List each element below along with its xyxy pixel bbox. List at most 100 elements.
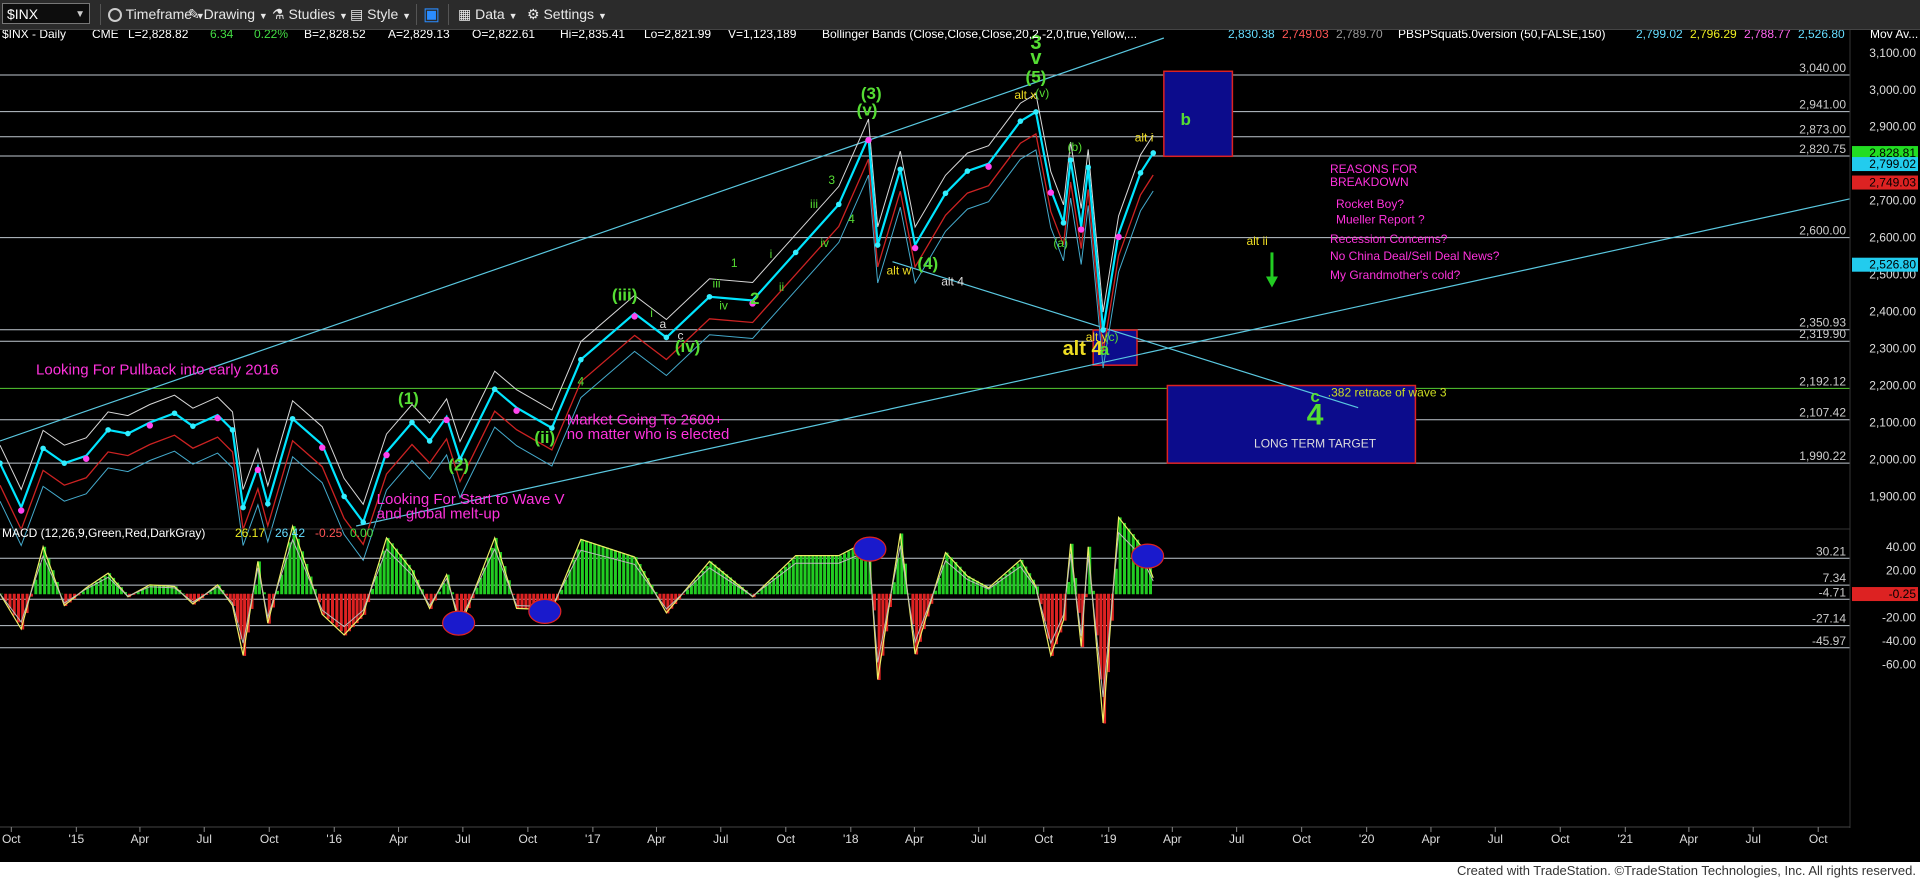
- chart-header-text: Bollinger Bands (Close,Close,Close,20,2,…: [822, 30, 1137, 41]
- reasons-title: REASONS FOR: [1330, 162, 1418, 176]
- chevron-down-icon: ▼: [339, 11, 348, 21]
- macd-histogram-bar: [1127, 528, 1131, 595]
- chart-header-text: Lo=2,821.99: [644, 30, 711, 41]
- chart-note: and global melt-up: [377, 506, 500, 523]
- macd-highlight-circle: [1130, 543, 1165, 569]
- chart-header-text: CME: [92, 30, 119, 41]
- y-tick-label: 2,400.00: [1869, 305, 1916, 319]
- data-label: Data: [475, 6, 505, 22]
- wave-label: a: [659, 317, 666, 331]
- price-point: [792, 249, 799, 256]
- wave-label: (v): [1035, 86, 1049, 100]
- price-point: [61, 460, 68, 466]
- price-point: [240, 504, 246, 511]
- wave-label: 2: [750, 289, 759, 308]
- macd-histogram-bar: [386, 537, 390, 595]
- wave-label: (iv): [675, 337, 701, 356]
- macd-histogram-bar: [721, 571, 725, 595]
- macd-histogram-bar: [605, 547, 609, 595]
- price-point: [265, 501, 271, 507]
- chart-header-text: $INX - Daily: [2, 30, 66, 41]
- price-point: [491, 386, 498, 393]
- chart-header-text: Hi=2,835.41: [560, 30, 625, 41]
- wave-label: (5): [1026, 67, 1047, 86]
- price-point: [1085, 164, 1092, 171]
- symbol-input[interactable]: $INX ▼: [2, 3, 90, 24]
- wave-label: iii: [713, 277, 721, 291]
- price-point: [1137, 170, 1144, 176]
- price-point: [190, 423, 196, 429]
- macd-header-text: -0.25: [315, 526, 343, 540]
- wave-label: i: [770, 247, 773, 261]
- signal-dot: [1047, 189, 1054, 196]
- macd-histogram-bar: [958, 566, 962, 595]
- style-menu[interactable]: ▤ Style ▼: [350, 4, 411, 25]
- macd-histogram-bar: [601, 546, 605, 595]
- chart-header-text: 2,749.03: [1282, 30, 1329, 41]
- x-tick-label: Apr: [131, 832, 150, 846]
- macd-line: [0, 515, 1154, 724]
- x-tick-label: '15: [68, 832, 84, 846]
- macd-histogram-bar: [516, 593, 520, 609]
- signal-dot: [865, 136, 872, 144]
- reason-item: Recession Concerns?: [1330, 232, 1448, 246]
- footer: Created with TradeStation. ©TradeStation…: [0, 862, 1920, 878]
- drawing-menu[interactable]: ✎ Drawing ▼: [188, 4, 268, 25]
- signal-dot: [383, 451, 390, 459]
- toolbar-divider: [416, 4, 417, 25]
- signal-line: [0, 531, 1154, 698]
- price-point: [125, 430, 131, 437]
- macd-histogram-bar: [626, 554, 630, 595]
- price-point: [0, 460, 3, 466]
- macd-histogram-bar: [819, 555, 823, 595]
- reason-item: Rocket Boy?: [1336, 197, 1404, 211]
- macd-histogram-bar: [843, 553, 847, 595]
- chevron-down-icon: ▼: [258, 11, 268, 21]
- x-tick-label: Apr: [1163, 832, 1182, 846]
- wave-label: alt x: [1014, 88, 1036, 102]
- pencil-icon: ✎: [188, 6, 200, 22]
- price-point: [409, 419, 415, 426]
- gear-icon: ⚙: [527, 6, 540, 22]
- price-point: [289, 415, 296, 422]
- wave-label: b: [1181, 110, 1191, 129]
- macd-header-text: 26.17: [235, 526, 265, 540]
- price-point: [835, 201, 842, 208]
- style-icon: ▤: [350, 6, 364, 22]
- settings-menu[interactable]: ⚙ Settings ▼: [527, 4, 607, 25]
- macd-histogram-bar: [1118, 517, 1122, 595]
- wave-label: (1): [398, 389, 419, 408]
- price-chart[interactable]: 3,040.00 2,941.00 2,873.00 2,820.75 2,600.00…: [0, 30, 1920, 862]
- macd-histogram-bar: [834, 555, 838, 595]
- macd-histogram-bar: [597, 544, 601, 595]
- chart-header-text: B=2,828.52: [304, 30, 366, 41]
- x-tick-label: Oct: [519, 832, 538, 846]
- chart-header-text: V=1,123,189: [728, 30, 797, 41]
- clock-icon: [108, 8, 122, 22]
- macd-histogram-bar: [949, 557, 953, 595]
- level-label: 3,040.00: [1799, 61, 1846, 75]
- data-menu[interactable]: ▦ Data ▼: [458, 4, 518, 25]
- macd-highlight-circle: [853, 536, 887, 562]
- flask-icon: ⚗: [272, 6, 285, 22]
- chart-header-text: 2,799.02: [1636, 30, 1683, 41]
- macd-y-tick-label: 20.00: [1886, 563, 1916, 577]
- chevron-down-icon[interactable]: ▼: [75, 4, 85, 25]
- y-tick-label: 2,300.00: [1869, 342, 1916, 356]
- signal-dot: [1077, 226, 1085, 233]
- wave-label: iv: [820, 236, 829, 250]
- reason-item: Mueller Report ?: [1336, 213, 1425, 227]
- layout-icon[interactable]: ▣: [423, 4, 440, 25]
- chart-note: LONG TERM TARGET: [1254, 437, 1377, 451]
- chart-icon: ▦: [458, 6, 472, 22]
- signal-dot: [214, 414, 221, 422]
- x-tick-label: Apr: [1680, 832, 1699, 846]
- studies-label: Studies: [288, 6, 336, 22]
- level-label: 2,192.12: [1799, 374, 1846, 388]
- studies-menu[interactable]: ⚗ Studies ▼: [272, 4, 348, 25]
- price-point: [942, 190, 949, 197]
- level-label: 2,600.00: [1799, 224, 1846, 238]
- chevron-down-icon: ▼: [597, 11, 607, 21]
- x-tick-label: Oct: [260, 832, 279, 846]
- chart-header-text: 2,830.38: [1228, 30, 1275, 41]
